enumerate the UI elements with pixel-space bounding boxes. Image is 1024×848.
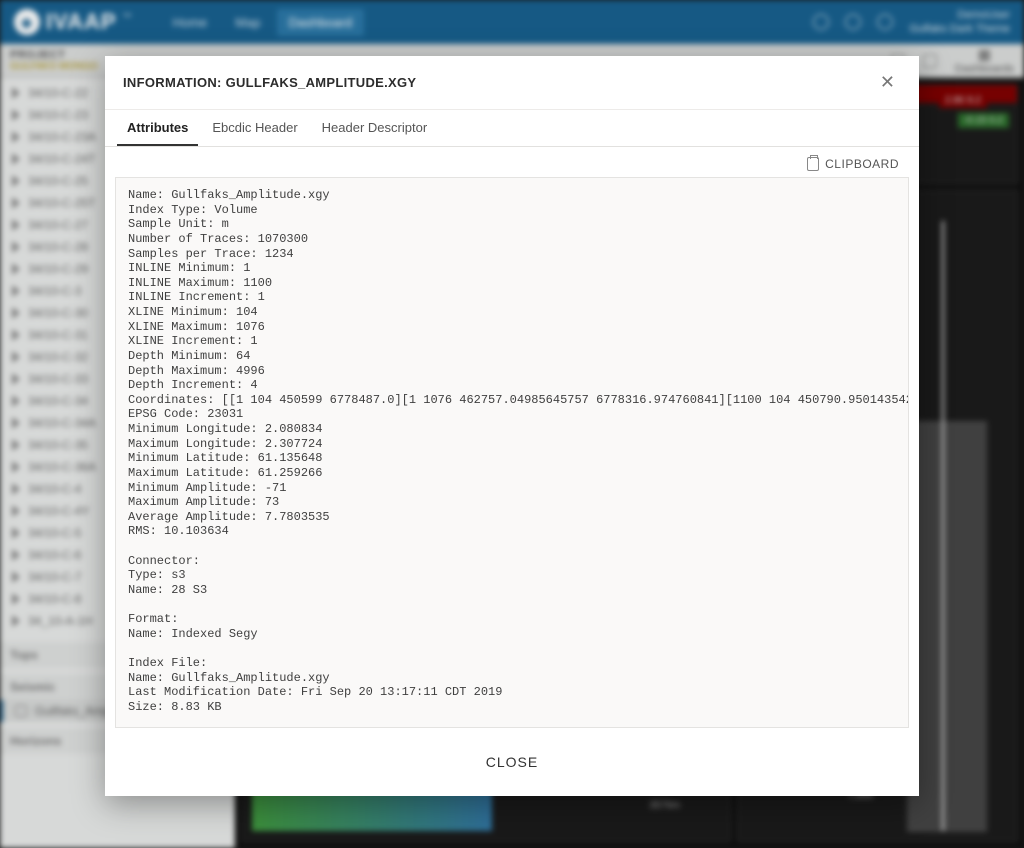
information-modal: INFORMATION: GULLFAKS_AMPLITUDE.XGY ✕ At…	[105, 56, 919, 796]
modal-footer: CLOSE	[105, 728, 919, 796]
attributes-text: Name: Gullfaks_Amplitude.xgy Index Type:…	[116, 178, 908, 728]
attributes-panel[interactable]: Name: Gullfaks_Amplitude.xgy Index Type:…	[115, 177, 909, 728]
tab-ebcdic[interactable]: Ebcdic Header	[202, 110, 307, 146]
clipboard-label: CLIPBOARD	[825, 157, 899, 171]
close-icon[interactable]: ✕	[874, 70, 901, 95]
modal-title: INFORMATION: GULLFAKS_AMPLITUDE.XGY	[123, 75, 416, 90]
modal-overlay: INFORMATION: GULLFAKS_AMPLITUDE.XGY ✕ At…	[0, 0, 1024, 848]
tab-attributes[interactable]: Attributes	[117, 110, 198, 146]
clipboard-icon	[807, 157, 819, 171]
clipboard-row: CLIPBOARD	[105, 147, 919, 177]
modal-tabs: Attributes Ebcdic Header Header Descript…	[105, 110, 919, 147]
tab-descriptor[interactable]: Header Descriptor	[312, 110, 438, 146]
modal-header: INFORMATION: GULLFAKS_AMPLITUDE.XGY ✕	[105, 56, 919, 110]
clipboard-button[interactable]: CLIPBOARD	[807, 157, 899, 171]
close-button[interactable]: CLOSE	[464, 746, 560, 778]
